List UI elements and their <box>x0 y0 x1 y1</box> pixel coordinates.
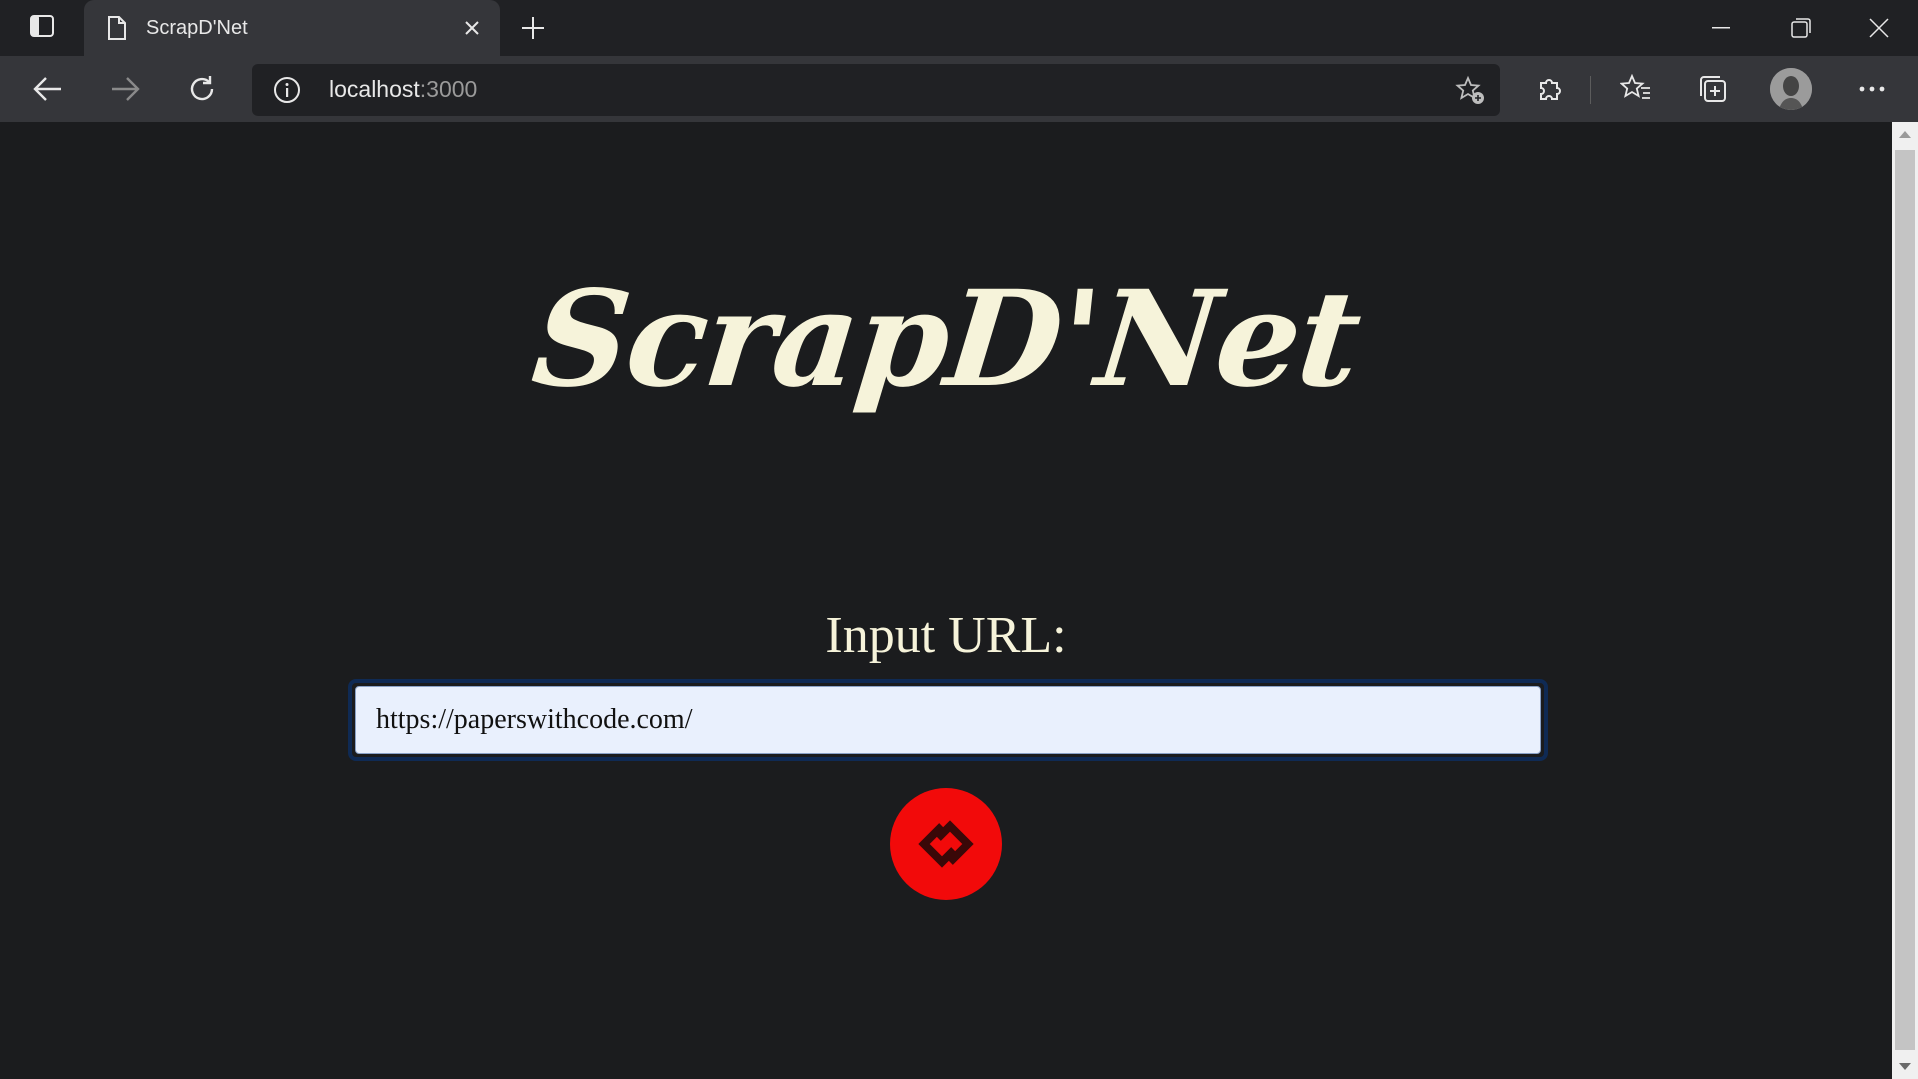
page-viewport: ScrapD'Net Input URL: <box>0 122 1892 1079</box>
scrape-button[interactable] <box>890 788 1002 900</box>
restore-icon <box>1791 18 1811 38</box>
url-host: localhost <box>329 76 420 102</box>
avatar[interactable] <box>1770 68 1812 110</box>
close-tab-button[interactable] <box>456 12 488 44</box>
close-window-button[interactable] <box>1840 0 1918 56</box>
favorites-icon <box>1620 74 1650 99</box>
tab-actions-icon <box>29 14 55 42</box>
forward-arrow-icon <box>112 77 140 101</box>
browser-toolbar: localhost:3000 <box>0 56 1918 122</box>
more-icon <box>1859 86 1885 92</box>
close-window-icon <box>1869 18 1889 38</box>
more-button[interactable] <box>1848 65 1896 113</box>
document-icon <box>104 15 130 41</box>
star-add-icon <box>1455 75 1484 104</box>
minimize-icon <box>1712 27 1730 29</box>
plus-icon <box>522 17 544 39</box>
tab-title: ScrapD'Net <box>146 16 248 39</box>
profile-picture-icon <box>1770 68 1812 110</box>
url-input-focus-ring <box>348 679 1548 761</box>
back-button[interactable] <box>24 65 72 113</box>
address-url[interactable]: localhost:3000 <box>329 76 477 103</box>
collections-icon <box>1700 76 1726 102</box>
favorites-button[interactable] <box>1612 65 1660 113</box>
tab-strip: ScrapD'Net <box>0 0 1918 56</box>
back-arrow-icon <box>33 77 61 101</box>
refresh-icon <box>190 76 214 101</box>
info-icon[interactable] <box>272 75 302 105</box>
puzzle-icon <box>1540 79 1561 100</box>
minimize-button[interactable] <box>1682 0 1760 56</box>
tab-actions-button[interactable] <box>18 10 66 46</box>
caret-down-icon <box>1899 1063 1911 1070</box>
caret-up-icon <box>1899 131 1911 138</box>
link-icon <box>918 820 974 868</box>
new-tab-button[interactable] <box>514 10 552 46</box>
restore-button[interactable] <box>1762 0 1840 56</box>
add-favorite-button[interactable] <box>1454 74 1486 106</box>
input-url-label: Input URL: <box>825 607 1067 664</box>
address-bar[interactable]: localhost:3000 <box>252 64 1500 116</box>
scroll-down-button[interactable] <box>1892 1055 1918 1079</box>
toolbar-divider <box>1590 76 1591 104</box>
refresh-button[interactable] <box>178 65 226 113</box>
close-icon <box>465 21 479 35</box>
page-title: ScrapD'Net <box>526 262 1366 417</box>
browser-tab-active[interactable]: ScrapD'Net <box>84 0 500 56</box>
collections-button[interactable] <box>1689 65 1737 113</box>
url-port: :3000 <box>419 76 478 102</box>
scroll-up-button[interactable] <box>1892 122 1918 146</box>
page-scrollbar[interactable] <box>1892 122 1918 1079</box>
forward-button[interactable] <box>101 65 149 113</box>
scrollbar-thumb[interactable] <box>1895 150 1915 1050</box>
extensions-button[interactable] <box>1526 65 1574 113</box>
url-input[interactable] <box>355 686 1541 754</box>
